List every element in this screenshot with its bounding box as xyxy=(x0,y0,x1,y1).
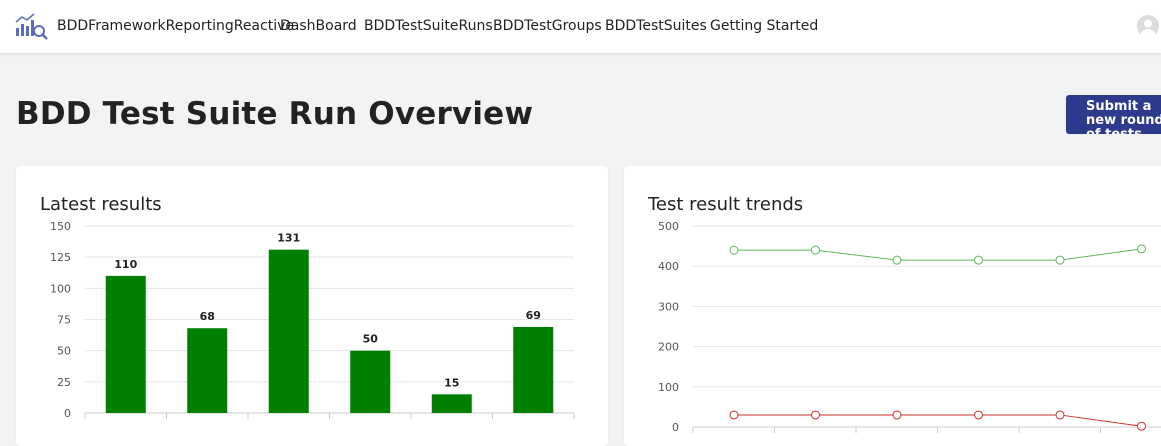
series-point xyxy=(974,255,983,265)
y-tick-label: 300 xyxy=(658,300,679,313)
series-line xyxy=(734,248,1142,261)
y-tick-label: 100 xyxy=(658,381,679,394)
analytics-logo-icon[interactable] xyxy=(15,11,49,41)
y-tick-label: 500 xyxy=(658,220,679,233)
test-result-trends-line-chart: 0 100 200 300 400 500 xyxy=(658,220,1161,434)
series-point xyxy=(892,410,902,420)
y-tick-label: 100 xyxy=(50,282,71,295)
top-navbar: BDDFrameworkReportingReactive DashBoard … xyxy=(0,0,1161,53)
nav-link-dashboard[interactable]: DashBoard xyxy=(280,18,357,34)
series-point xyxy=(1055,255,1065,265)
y-tick-label: 0 xyxy=(672,421,679,434)
series-point xyxy=(1137,244,1146,254)
y-tick-label: 125 xyxy=(50,251,71,264)
series-line xyxy=(734,414,1142,427)
bar-value-label: 131 xyxy=(277,232,300,245)
series-point xyxy=(1137,421,1146,431)
y-tick-label: 150 xyxy=(50,220,71,233)
bar xyxy=(350,350,391,413)
submit-tests-button[interactable]: Submit a new round of tests xyxy=(1066,95,1161,134)
nav-link-getting-started[interactable]: Getting Started xyxy=(710,18,818,34)
nav-link-test-groups[interactable]: BDDTestGroups xyxy=(493,18,602,34)
y-tick-label: 400 xyxy=(658,260,679,273)
series-point xyxy=(974,410,983,420)
series-point xyxy=(811,245,820,255)
bar xyxy=(105,275,146,413)
series-point xyxy=(1055,410,1065,420)
test-result-trends-card: Test result trends 0 100 200 300 400 500 xyxy=(624,166,1161,446)
y-tick-label: 50 xyxy=(57,345,71,358)
bar-value-label: 69 xyxy=(526,309,541,322)
latest-results-bar-chart: 0 25 50 75 100 125 150 110 68 131 50 15 69 xyxy=(50,220,575,420)
nav-link-test-suites[interactable]: BDDTestSuites xyxy=(605,18,707,34)
user-avatar-icon[interactable] xyxy=(1137,15,1159,37)
bar xyxy=(187,328,228,413)
y-tick-label: 75 xyxy=(57,314,71,327)
bar-value-label: 110 xyxy=(114,258,137,271)
series-point xyxy=(811,410,820,420)
nav-link-test-suite-runs[interactable]: BDDTestSuiteRuns xyxy=(364,18,493,34)
bar-value-label: 15 xyxy=(444,376,459,389)
series-point xyxy=(729,245,739,255)
bar xyxy=(268,249,309,413)
series-point xyxy=(729,410,739,420)
series-point xyxy=(892,255,902,265)
latest-results-card: Latest results 0 25 50 75 100 125 150 110 68 131 5… xyxy=(16,166,608,446)
y-tick-label: 25 xyxy=(57,376,71,389)
bar xyxy=(513,326,554,413)
bar xyxy=(431,394,472,413)
y-tick-label: 200 xyxy=(658,341,679,354)
bar-value-label: 68 xyxy=(200,310,215,323)
nav-brand-link[interactable]: BDDFrameworkReportingReactive xyxy=(57,18,294,34)
bar-value-label: 50 xyxy=(363,333,379,346)
page-title: BDD Test Suite Run Overview xyxy=(16,96,534,132)
y-tick-label: 0 xyxy=(64,407,71,420)
